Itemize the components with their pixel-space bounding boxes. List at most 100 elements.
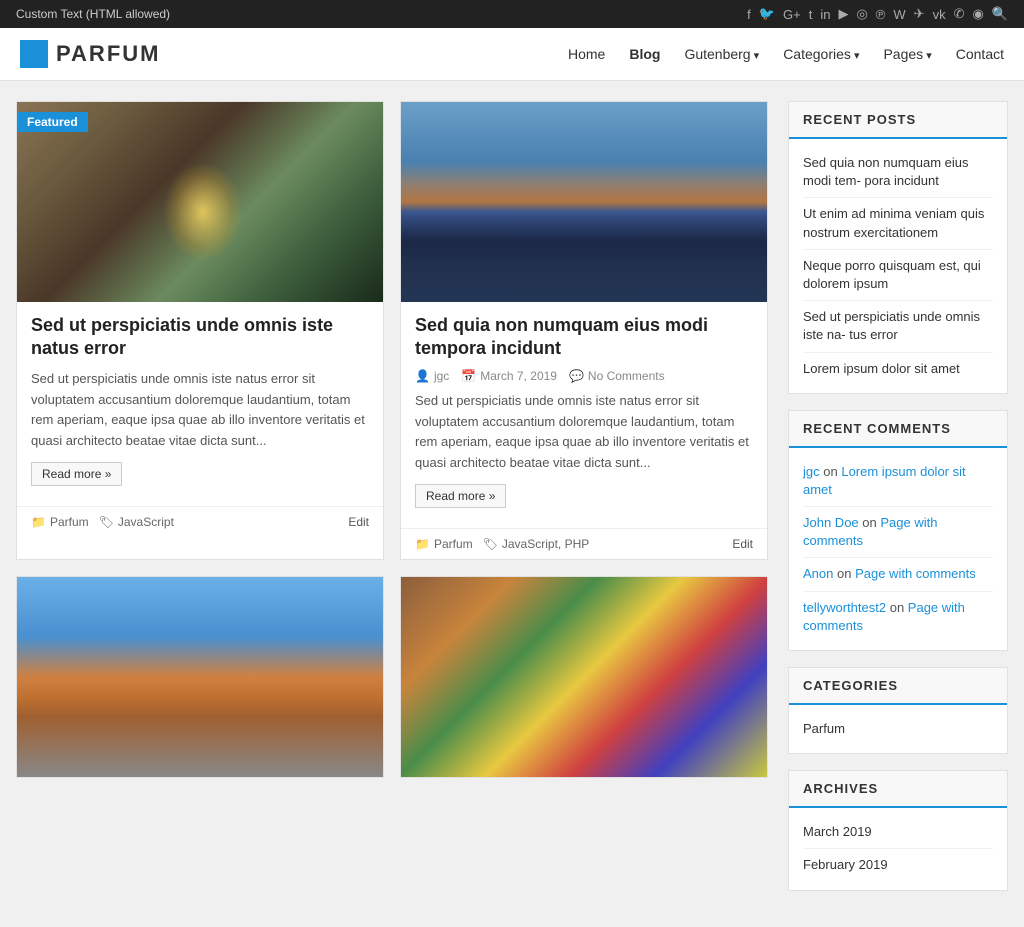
recent-posts-list: Sed quia non numquam eius modi tem- pora… bbox=[789, 139, 1007, 393]
category-icon: 📁 bbox=[31, 515, 46, 529]
nav: Home Blog Gutenberg Categories Pages Con… bbox=[568, 46, 1004, 62]
archives-list: March 2019 February 2019 bbox=[789, 808, 1007, 889]
blog-grid: Featured Sed ut perspiciatis unde omnis … bbox=[16, 101, 768, 778]
instagram-icon[interactable]: ◎ bbox=[856, 6, 867, 22]
recent-comments-title: RECENT COMMENTS bbox=[789, 411, 1007, 448]
edit-link-1[interactable]: Edit bbox=[348, 515, 369, 529]
post-card-4 bbox=[400, 576, 768, 778]
top-bar-text: Custom Text (HTML allowed) bbox=[16, 7, 170, 21]
post-image-2[interactable] bbox=[401, 102, 767, 302]
sidebar: RECENT POSTS Sed quia non numquam eius m… bbox=[788, 101, 1008, 907]
linkedin-icon[interactable]: in bbox=[820, 7, 830, 22]
nav-gutenberg[interactable]: Gutenberg bbox=[684, 46, 759, 62]
on-text-2: on bbox=[837, 566, 855, 581]
nav-categories[interactable]: Categories bbox=[783, 46, 859, 62]
tunnel-image bbox=[17, 102, 383, 302]
post-footer-1: 📁 Parfum 🏷 JavaScript Edit bbox=[17, 506, 383, 537]
comment-user-1[interactable]: John Doe bbox=[803, 515, 859, 530]
comment-item-3: tellyworthtest2 on Page with comments bbox=[803, 592, 993, 642]
author-meta: 👤 jgc bbox=[415, 369, 449, 383]
archive-item-1[interactable]: February 2019 bbox=[803, 849, 993, 881]
post-tags-1: 🏷 JavaScript bbox=[99, 515, 174, 529]
twitter-icon[interactable]: 🐦 bbox=[759, 6, 775, 22]
comment-icon: 💬 bbox=[569, 369, 584, 383]
rss-icon[interactable]: t bbox=[809, 7, 813, 22]
abacus-image bbox=[401, 577, 767, 777]
nav-home[interactable]: Home bbox=[568, 46, 605, 62]
recent-post-item-3[interactable]: Sed ut perspiciatis unde omnis iste na- … bbox=[803, 301, 993, 352]
archives-title: ARCHIVES bbox=[789, 771, 1007, 808]
person-icon: 👤 bbox=[415, 369, 430, 383]
post-card-2: Sed quia non numquam eius modi tempora i… bbox=[400, 101, 768, 560]
post-title-2[interactable]: Sed quia non numquam eius modi tempora i… bbox=[415, 314, 753, 361]
comments-meta: 💬 No Comments bbox=[569, 369, 665, 383]
nav-contact[interactable]: Contact bbox=[956, 46, 1004, 62]
post-tags-2: 🏷 JavaScript, PHP bbox=[483, 537, 590, 551]
nav-blog[interactable]: Blog bbox=[629, 46, 660, 62]
archives-widget: ARCHIVES March 2019 February 2019 bbox=[788, 770, 1008, 890]
post-category-2: 📁 Parfum bbox=[415, 537, 473, 551]
post-image-1[interactable]: Featured bbox=[17, 102, 383, 302]
featured-badge: Featured bbox=[17, 112, 88, 132]
comment-item-1: John Doe on Page with comments bbox=[803, 507, 993, 558]
wordpress-icon[interactable]: W bbox=[893, 7, 905, 22]
recent-post-item-0[interactable]: Sed quia non numquam eius modi tem- pora… bbox=[803, 147, 993, 198]
recent-post-item-4[interactable]: Lorem ipsum dolor sit amet bbox=[803, 353, 993, 385]
post-image-4[interactable] bbox=[401, 577, 767, 777]
categories-widget: CATEGORIES Parfum bbox=[788, 667, 1008, 754]
comment-user-3[interactable]: tellyworthtest2 bbox=[803, 600, 886, 615]
post-body-1: Sed ut perspiciatis unde omnis iste natu… bbox=[17, 302, 383, 506]
google-plus-icon[interactable]: G+ bbox=[783, 7, 801, 22]
edit-link-2[interactable]: Edit bbox=[732, 537, 753, 551]
post-excerpt-2: Sed ut perspiciatis unde omnis iste natu… bbox=[415, 391, 753, 474]
buildings-image bbox=[17, 577, 383, 777]
comment-item-2: Anon on Page with comments bbox=[803, 558, 993, 591]
content-wrapper: Featured Sed ut perspiciatis unde omnis … bbox=[0, 81, 1024, 927]
on-text-0: on bbox=[823, 464, 837, 479]
tag-icon: 🏷 bbox=[99, 515, 114, 529]
comment-user-0[interactable]: jgc bbox=[803, 464, 820, 479]
pinterest-icon[interactable]: ℗ bbox=[876, 7, 886, 22]
post-body-2: Sed quia non numquam eius modi tempora i… bbox=[401, 302, 767, 528]
recent-comments-widget: RECENT COMMENTS jgc on Lorem ipsum dolor… bbox=[788, 410, 1008, 651]
read-more-1[interactable]: Read more » bbox=[31, 462, 122, 486]
date-meta: 📅 March 7, 2019 bbox=[461, 369, 557, 383]
recent-posts-widget: RECENT POSTS Sed quia non numquam eius m… bbox=[788, 101, 1008, 394]
comment-user-2[interactable]: Anon bbox=[803, 566, 833, 581]
logo[interactable]: PARFUM bbox=[20, 40, 160, 68]
feed-icon[interactable]: ◉ bbox=[972, 6, 983, 22]
logo-square bbox=[20, 40, 48, 68]
header: PARFUM Home Blog Gutenberg Categories Pa… bbox=[0, 28, 1024, 81]
whatsapp-icon[interactable]: ✆ bbox=[954, 6, 965, 22]
post-footer-2: 📁 Parfum 🏷 JavaScript, PHP Edit bbox=[401, 528, 767, 559]
facebook-icon[interactable]: f bbox=[747, 7, 751, 22]
telegram-icon[interactable]: ✈ bbox=[914, 6, 925, 22]
read-more-2[interactable]: Read more » bbox=[415, 484, 506, 508]
social-icons-group: f 🐦 G+ t in ▶ ◎ ℗ W ✈ vk ✆ ◉ 🔍 bbox=[747, 6, 1008, 22]
post-title-1[interactable]: Sed ut perspiciatis unde omnis iste natu… bbox=[31, 314, 369, 361]
recent-comments-list: jgc on Lorem ipsum dolor sit amet John D… bbox=[789, 448, 1007, 650]
category-icon-2: 📁 bbox=[415, 537, 430, 551]
recent-post-item-1[interactable]: Ut enim ad minima veniam quis nostrum ex… bbox=[803, 198, 993, 249]
tag-icon-2: 🏷 bbox=[483, 537, 498, 551]
categories-title: CATEGORIES bbox=[789, 668, 1007, 705]
youtube-icon[interactable]: ▶ bbox=[838, 6, 848, 22]
recent-post-item-2[interactable]: Neque porro quisquam est, qui dolorem ip… bbox=[803, 250, 993, 301]
main-content: Featured Sed ut perspiciatis unde omnis … bbox=[16, 101, 768, 907]
category-item-0[interactable]: Parfum bbox=[803, 713, 993, 745]
post-category-1: 📁 Parfum bbox=[31, 515, 89, 529]
recent-posts-title: RECENT POSTS bbox=[789, 102, 1007, 139]
post-card-3 bbox=[16, 576, 384, 778]
search-icon[interactable]: 🔍 bbox=[992, 6, 1008, 22]
post-meta-2: 👤 jgc 📅 March 7, 2019 💬 No Comments bbox=[415, 369, 753, 383]
post-card-1: Featured Sed ut perspiciatis unde omnis … bbox=[16, 101, 384, 560]
nav-pages[interactable]: Pages bbox=[883, 46, 931, 62]
post-excerpt-1: Sed ut perspiciatis unde omnis iste natu… bbox=[31, 369, 369, 452]
archive-item-0[interactable]: March 2019 bbox=[803, 816, 993, 849]
post-image-3[interactable] bbox=[17, 577, 383, 777]
comment-target-2[interactable]: Page with comments bbox=[855, 566, 976, 581]
city-image bbox=[401, 102, 767, 302]
vk-icon[interactable]: vk bbox=[933, 7, 946, 22]
top-bar: Custom Text (HTML allowed) f 🐦 G+ t in ▶… bbox=[0, 0, 1024, 28]
calendar-icon: 📅 bbox=[461, 369, 476, 383]
